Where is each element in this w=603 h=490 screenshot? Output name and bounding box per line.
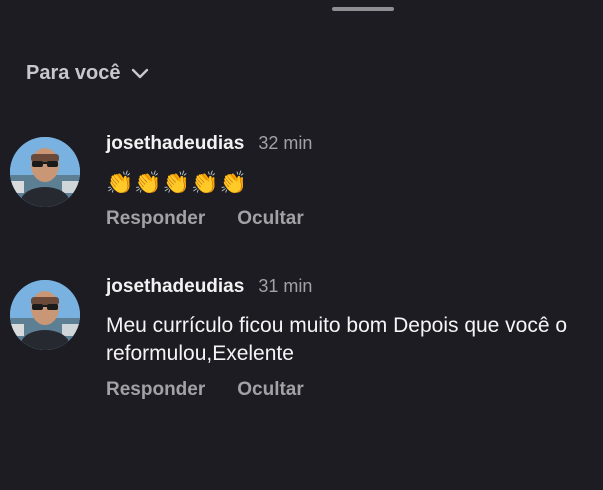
comment-actions: Responder Ocultar — [106, 208, 304, 230]
filter-label: Para você — [26, 62, 121, 84]
comment-header: josethadeudias 32 min — [106, 133, 312, 155]
reply-button[interactable]: Responder — [106, 379, 205, 401]
comment-text: 👏👏👏👏👏 — [106, 170, 248, 195]
hide-button[interactable]: Ocultar — [237, 208, 304, 230]
reply-button[interactable]: Responder — [106, 208, 205, 230]
comment-filter-dropdown[interactable]: Para você — [26, 62, 149, 85]
chevron-down-icon — [131, 68, 148, 78]
timestamp: 32 min — [258, 133, 313, 153]
avatar[interactable] — [10, 280, 80, 350]
timestamp: 31 min — [258, 276, 313, 296]
drag-handle[interactable] — [332, 7, 394, 11]
hide-button[interactable]: Ocultar — [237, 379, 304, 401]
comment-header: josethadeudias 31 min — [106, 276, 312, 298]
username[interactable]: josethadeudias — [106, 133, 244, 155]
avatar[interactable] — [10, 137, 80, 207]
comment-actions: Responder Ocultar — [106, 379, 304, 401]
username[interactable]: josethadeudias — [106, 276, 244, 298]
comment-text: Meu currículo ficou muito bom Depois que… — [106, 314, 568, 365]
